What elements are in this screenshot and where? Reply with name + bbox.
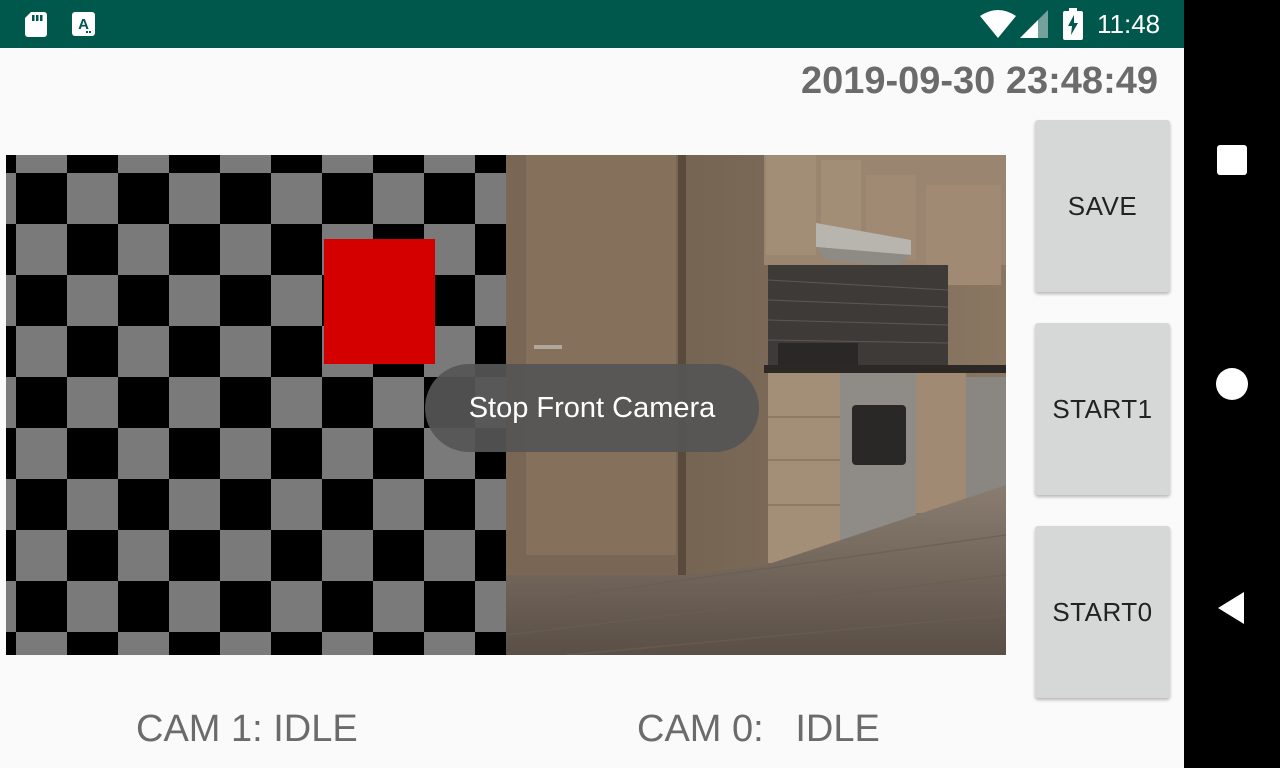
back-triangle-icon[interactable] bbox=[1212, 588, 1252, 628]
save-button[interactable]: SAVE bbox=[1035, 120, 1170, 292]
timestamp-label: 2019-09-30 23:48:49 bbox=[800, 60, 1158, 102]
cam0-status-label: CAM 0: IDLE bbox=[637, 708, 880, 750]
recents-square-icon[interactable] bbox=[1212, 140, 1252, 180]
battery-charging-icon bbox=[1063, 8, 1083, 40]
app-screen: A 11:48 2019-09-30 23:48:49 Stop Front C… bbox=[0, 0, 1184, 768]
status-clock: 11:48 bbox=[1097, 9, 1161, 39]
home-circle-icon[interactable] bbox=[1212, 364, 1252, 404]
toast-message: Stop Front Camera bbox=[425, 364, 759, 452]
status-bar: A 11:48 bbox=[0, 0, 1184, 48]
svg-text:A: A bbox=[78, 16, 89, 33]
navigation-bar bbox=[1184, 0, 1280, 768]
start0-button[interactable]: START0 bbox=[1035, 526, 1170, 698]
red-square-marker bbox=[324, 239, 435, 364]
cellular-signal-icon bbox=[1020, 10, 1048, 38]
sd-card-icon bbox=[25, 12, 47, 37]
start1-button[interactable]: START1 bbox=[1035, 323, 1170, 495]
cam1-status-label: CAM 1: IDLE bbox=[136, 708, 358, 750]
a-badge-icon: A bbox=[72, 12, 95, 36]
wifi-icon bbox=[980, 10, 1016, 38]
